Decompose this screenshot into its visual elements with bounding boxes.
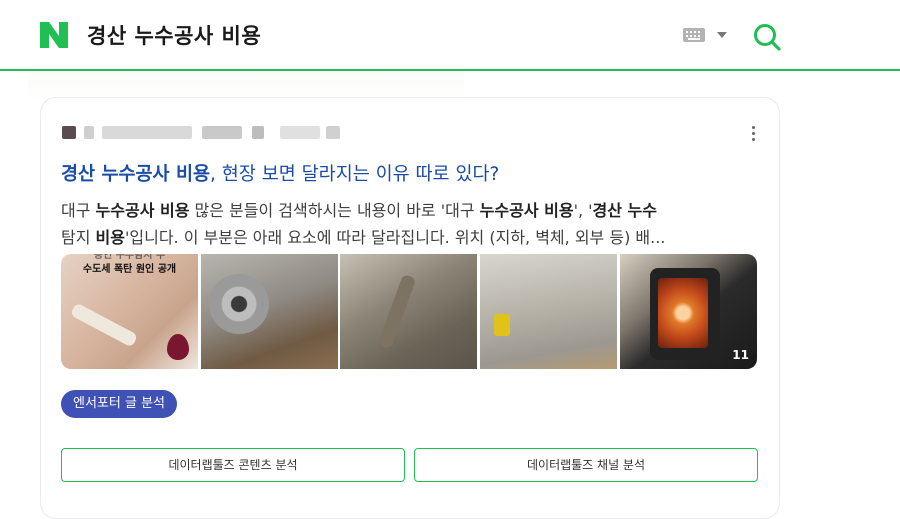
chevron-down-icon[interactable]	[717, 32, 727, 38]
thumbnail-3[interactable]	[340, 254, 477, 369]
card-shadow	[28, 71, 464, 101]
title-highlight: 경산 누수공사 비용	[61, 164, 211, 185]
yellow-object	[494, 314, 510, 336]
snippet-line-1: 대구 누수공사 비용 많은 분들이 검색하시는 내용이 바로 '대구 누수공사 …	[61, 201, 657, 220]
thumbnail-1[interactable]: 공인 누수탐지 수 수도세 폭탄 원인 공개	[61, 254, 198, 369]
naver-logo-icon[interactable]	[40, 22, 68, 48]
snippet-line-2: 탐지 비용'입니다. 이 부분은 아래 요소에 따라 달라집니다. 위치 (지하…	[61, 228, 666, 247]
search-header: 경산 누수공사 비용	[0, 0, 900, 70]
sink-drain-shape	[209, 274, 269, 334]
thumbnail-caption: 공인 누수탐지 수 수도세 폭탄 원인 공개	[82, 254, 177, 275]
thumbnail-2[interactable]	[201, 254, 338, 369]
thumbnail-4[interactable]	[480, 254, 617, 369]
title-rest: , 현장 보면 달라지는 이유 따로 있다?	[210, 164, 500, 185]
search-query[interactable]: 경산 누수공사 비용	[87, 20, 261, 50]
search-icon[interactable]	[752, 22, 782, 52]
keyboard-icon[interactable]	[683, 28, 705, 42]
camera-screen	[658, 278, 708, 348]
result-title-link[interactable]: 경산 누수공사 비용, 현장 보면 달라지는 이유 따로 있다?	[61, 160, 499, 186]
pipe-shape	[69, 302, 139, 348]
analysis-badge[interactable]: 엔서포터 글 분석	[61, 390, 177, 418]
inspection-camera-shape	[650, 268, 720, 360]
blurred-author-info	[62, 123, 342, 141]
pipe-shape	[377, 273, 417, 350]
datalab-channel-button[interactable]: 데이터랩툴즈 채널 분석	[414, 448, 758, 482]
image-thumbnails: 공인 누수탐지 수 수도세 폭탄 원인 공개 11	[61, 254, 757, 369]
more-options-icon[interactable]	[750, 124, 758, 144]
datalab-content-button[interactable]: 데이터랩툴즈 콘텐츠 분석	[61, 448, 405, 482]
image-count: 11	[732, 348, 749, 362]
thumbnail-5[interactable]: 11	[620, 254, 757, 369]
water-drop-icon	[167, 334, 189, 360]
